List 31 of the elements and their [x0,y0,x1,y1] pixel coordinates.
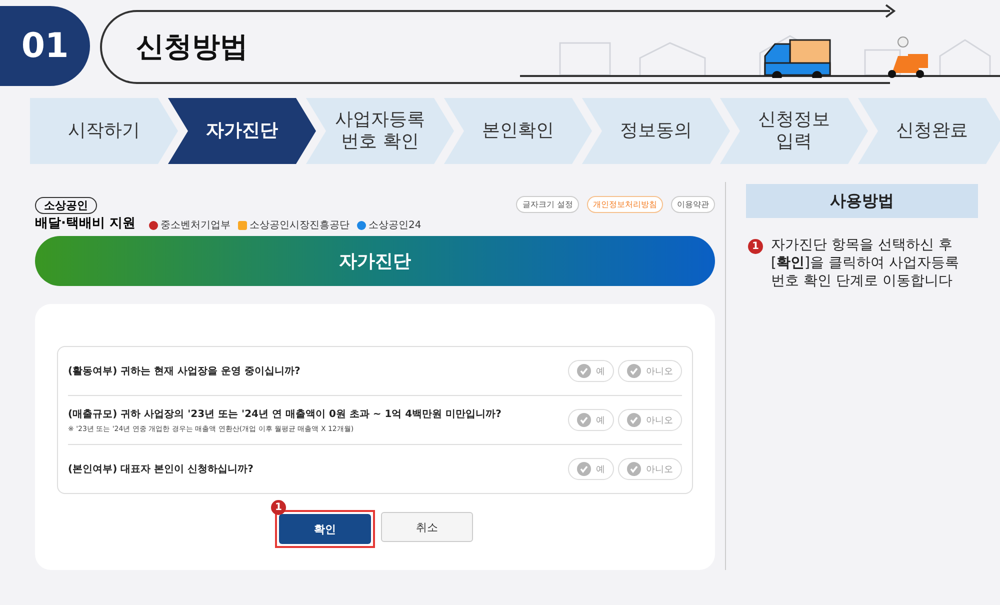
guide-title: 사용방법 [746,184,978,218]
question-text: (본인여부) 대표자 본인이 신청하십니까? [68,463,254,476]
check-icon [627,364,641,378]
check-icon [577,413,591,427]
check-icon [577,462,591,476]
step-tab[interactable]: 본인확인 [444,98,592,164]
action-button[interactable]: 확인 [279,514,371,544]
step-tab[interactable]: 신청완료 [858,98,1000,164]
check-icon [577,364,591,378]
section-title: 신청방법 [136,28,248,64]
agency-logo: 소상공인시장진흥공단 [238,218,350,232]
section-number: 01 [0,6,90,86]
action-button[interactable]: 취소 [381,512,473,542]
agency-logo: 소상공인24 [357,218,422,232]
agency-logo: 중소벤처기업부 [149,218,230,232]
step-tab[interactable]: 시작하기 [30,98,178,164]
check-icon [627,413,641,427]
question-text: (활동여부) 귀하는 현재 사업장을 운영 중이십니까? [68,365,302,378]
header-link[interactable]: 이용약관 [671,196,715,213]
check-icon [627,462,641,476]
step-tab[interactable]: 자가진단 [168,98,316,164]
step-tab[interactable]: 신청정보 입력 [720,98,868,164]
question-text: (매출규모) 귀하 사업장의 '23년 또는 '24년 연 매출액이 0원 초과 ~ 1억 4백만원 미만입니까? [68,408,502,420]
step-tab[interactable]: 정보동의 [582,98,730,164]
guide-text: 자가진단 항목을 선택하신 후 [확인]을 클릭하여 사업자등록 번호 확인 단계로 이동합니다 [771,236,960,291]
step-marker: 1 [748,239,763,254]
header-link[interactable]: 글자크기 설정 [516,196,579,213]
banner-title: 자가진단 [35,236,715,286]
logo: 소상공인 배달·택배비 지원 [35,197,136,232]
step-tab[interactable]: 사업자등록 번호 확인 [306,98,454,164]
step-marker: 1 [271,500,286,515]
